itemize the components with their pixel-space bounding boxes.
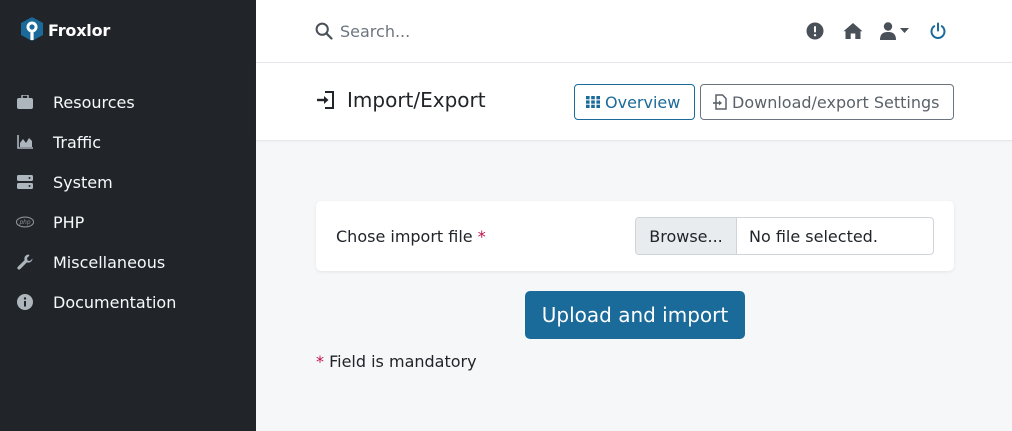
overview-button-label: Overview bbox=[605, 92, 681, 112]
search-input[interactable] bbox=[340, 18, 720, 44]
file-status-text: No file selected. bbox=[749, 226, 878, 246]
caret-down-icon bbox=[900, 28, 909, 33]
sidebar-item-traffic[interactable]: Traffic bbox=[0, 122, 256, 162]
import-form-card: Chose import file * Browse... No file se… bbox=[316, 201, 954, 271]
sidebar-item-miscellaneous[interactable]: Miscellaneous bbox=[0, 242, 256, 282]
briefcase-icon bbox=[16, 93, 34, 111]
overview-button[interactable]: Overview bbox=[574, 84, 695, 120]
php-icon: php bbox=[16, 213, 34, 231]
download-export-settings-label: Download/export Settings bbox=[732, 92, 940, 112]
sidebar-item-label: Documentation bbox=[53, 292, 177, 312]
top-navbar bbox=[256, 0, 1012, 63]
froxlor-logo-icon bbox=[21, 17, 43, 41]
sidebar-item-label: Miscellaneous bbox=[53, 252, 166, 272]
browse-button[interactable]: Browse... bbox=[636, 218, 737, 254]
area-chart-icon bbox=[16, 133, 34, 151]
required-mark: * bbox=[316, 352, 324, 371]
sidebar-item-label: System bbox=[53, 172, 113, 192]
sidebar: Froxlor Resources Traffic System php PHP… bbox=[0, 0, 256, 431]
sidebar-item-documentation[interactable]: Documentation bbox=[0, 282, 256, 322]
required-mark: * bbox=[477, 227, 486, 246]
upload-and-import-button[interactable]: Upload and import bbox=[525, 291, 745, 339]
search-icon bbox=[315, 22, 333, 40]
brand-logo[interactable]: Froxlor bbox=[20, 17, 110, 43]
download-export-settings-button[interactable]: Download/export Settings bbox=[700, 84, 954, 120]
user-menu-dropdown[interactable] bbox=[880, 21, 916, 41]
grid-icon bbox=[586, 96, 600, 108]
power-icon[interactable] bbox=[928, 21, 948, 41]
sidebar-item-php[interactable]: php PHP bbox=[0, 202, 256, 242]
mandatory-note-text: Field is mandatory bbox=[329, 352, 477, 371]
home-icon[interactable] bbox=[843, 21, 863, 41]
import-file-label: Chose import file * bbox=[336, 227, 486, 246]
page-title: Import/Export bbox=[347, 88, 486, 112]
server-icon bbox=[16, 173, 34, 191]
page-header: Import/Export Overview Download/export S… bbox=[256, 63, 1012, 141]
import-icon bbox=[316, 90, 336, 110]
sidebar-item-label: Resources bbox=[53, 92, 135, 112]
wrench-icon bbox=[16, 253, 34, 271]
sidebar-item-resources[interactable]: Resources bbox=[0, 82, 256, 122]
sidebar-item-label: Traffic bbox=[53, 132, 102, 152]
user-icon bbox=[880, 22, 896, 40]
alert-icon[interactable] bbox=[805, 21, 825, 41]
sidebar-item-label: PHP bbox=[53, 212, 85, 232]
mandatory-note: * Field is mandatory bbox=[316, 352, 477, 371]
import-file-input[interactable]: Browse... No file selected. bbox=[635, 217, 934, 255]
file-export-icon bbox=[713, 94, 727, 110]
info-circle-icon bbox=[16, 293, 34, 311]
import-file-label-text: Chose import file bbox=[336, 227, 473, 246]
sidebar-item-system[interactable]: System bbox=[0, 162, 256, 202]
brand-name: Froxlor bbox=[48, 20, 111, 40]
svg-text:php: php bbox=[18, 220, 30, 226]
